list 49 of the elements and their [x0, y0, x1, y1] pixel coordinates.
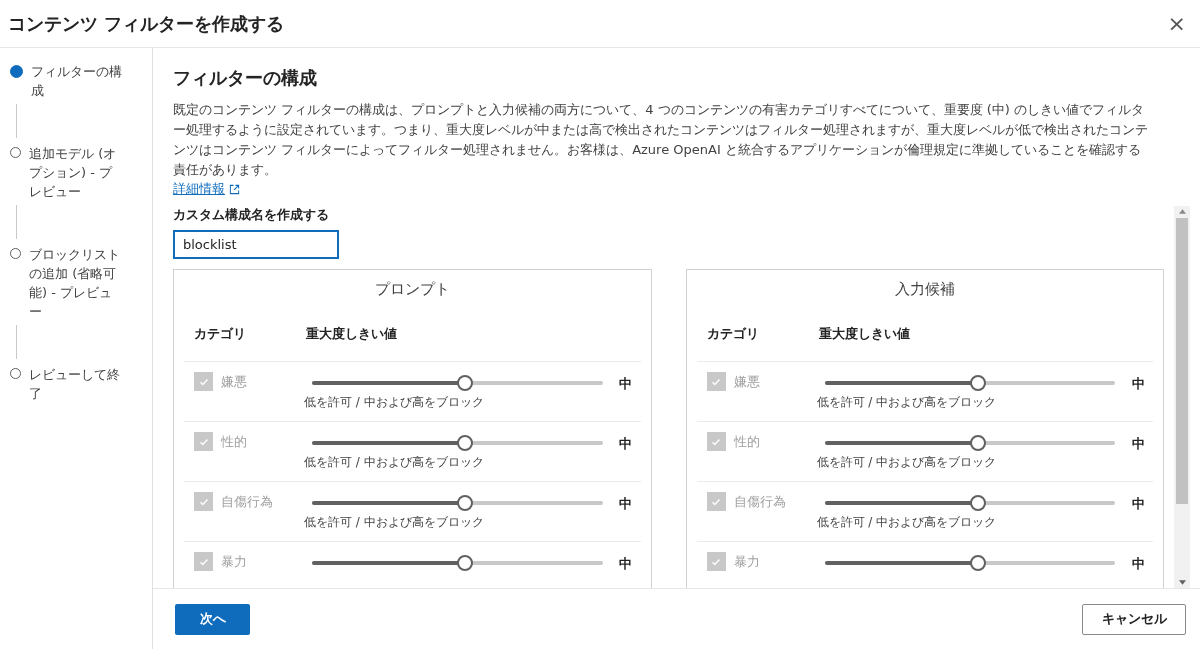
cancel-button[interactable]: キャンセル — [1082, 603, 1186, 635]
scroll-down-icon[interactable] — [1178, 580, 1186, 585]
slider-hint: 低を許可 / 中および高をブロック — [304, 394, 485, 411]
dialog-title: コンテンツ フィルターを作成する — [8, 11, 285, 36]
category-label: 暴力 — [221, 553, 247, 571]
category-label: 暴力 — [733, 553, 760, 571]
name-input-field[interactable]: blocklist — [173, 230, 339, 259]
step-label: レビューして終了 — [29, 366, 121, 403]
learn-more-link[interactable]: 詳細情報 — [173, 180, 240, 198]
panel-title: 入力候補 — [893, 279, 956, 300]
scrollbar[interactable] — [1174, 206, 1190, 588]
next-button[interactable]: 次へ — [175, 603, 250, 635]
step-label: 追加モデル (オプション) - プレビュー — [29, 145, 118, 201]
step-label: ブロックリストの追加 (省略可能) - プレビュー — [29, 246, 121, 321]
panel-title: プロンプト — [373, 279, 451, 300]
category-label: 性的 — [221, 433, 247, 451]
column-header: カテゴリ — [706, 325, 760, 343]
severity-value: 中 — [618, 495, 633, 513]
slider-hint: 低を許可 / 中および高をブロック — [304, 454, 485, 471]
step-item[interactable]: フィルターの構成 — [10, 62, 142, 100]
slider-hint: 低を許可 / 中および高をブロック — [304, 514, 485, 531]
severity-value: 中 — [1130, 495, 1146, 513]
column-header: 重大度しきい値 — [306, 325, 397, 343]
section-title: フィルターの構成 — [173, 66, 318, 90]
scroll-up-icon[interactable] — [1178, 209, 1186, 214]
external-link-icon — [229, 183, 240, 195]
category-label: 自傷行為 — [733, 493, 786, 511]
step-item[interactable]: 追加モデル (オプション) - プレビュー — [10, 144, 142, 201]
severity-value: 中 — [618, 555, 633, 573]
severity-value: 中 — [618, 435, 633, 453]
step-label: フィルターの構成 — [31, 63, 123, 100]
step-item[interactable]: ブロックリストの追加 (省略可能) - プレビュー — [10, 245, 142, 321]
severity-value: 中 — [618, 375, 633, 393]
slider-hint: 低を許可 / 中および高をブロック — [816, 514, 998, 531]
field-label: カスタム構成名を作成する — [173, 206, 330, 224]
severity-value: 中 — [1130, 375, 1146, 393]
description-text: 既定のコンテンツ フィルターの構成は、プロンプトと入力候補の両方について、4 つのコンテンツの有害カテゴリすべてについて、重要度 (中) のしきい値でフィルター処理するように設定されています。つまり、重大度レベルが中または高で検出されたコンテンツはフィルター処理されますが、重大度レベルが低で検出されたコンテンツはコンテンツ フィルターによってフィルター処理されません。お客様は、Azure OpenAI と統合するアプリケーションが倫理規定に準拠していることを確認する責任があります。 — [173, 101, 1149, 179]
category-label: 性的 — [733, 433, 760, 451]
step-item[interactable]: レビューして終了 — [10, 365, 142, 403]
slider-hint: 低を許可 / 中および高をブロック — [816, 454, 998, 471]
category-label: 嫌悪 — [221, 373, 247, 391]
severity-value: 中 — [1130, 435, 1146, 453]
column-header: 重大度しきい値 — [818, 325, 910, 343]
category-label: 嫌悪 — [733, 373, 760, 391]
close-button[interactable]: × — [1161, 11, 1192, 36]
slider-hint: 低を許可 / 中および高をブロック — [816, 394, 998, 411]
severity-value: 中 — [1130, 555, 1146, 573]
category-label: 自傷行為 — [221, 493, 273, 511]
column-header: カテゴリ — [194, 325, 247, 343]
